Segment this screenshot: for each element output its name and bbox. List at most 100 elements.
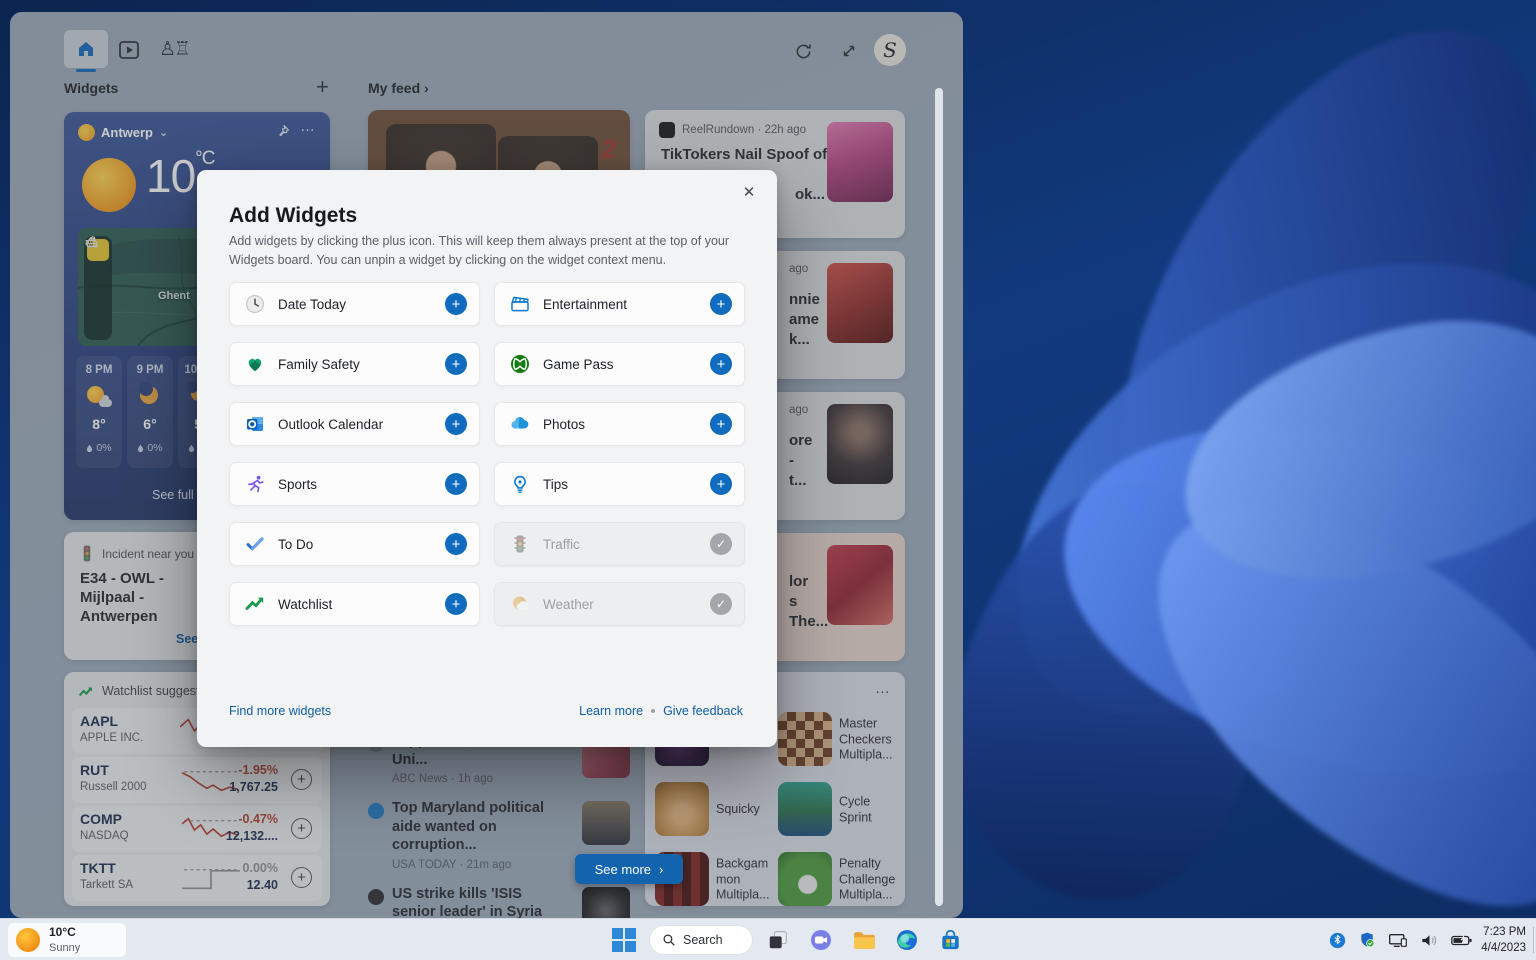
add-plus-button[interactable]: + [445, 533, 467, 555]
taskbar-weather-button[interactable]: 10°CSunny [8, 923, 126, 957]
widget-tile-watchlist[interactable]: Watchlist+ [229, 582, 480, 626]
widget-tile-game-pass[interactable]: Game Pass+ [494, 342, 745, 386]
add-plus-button[interactable]: + [710, 473, 732, 495]
add-plus-button[interactable]: + [445, 353, 467, 375]
bulb-icon [510, 474, 530, 494]
add-plus-button[interactable]: + [710, 293, 732, 315]
my-feed-title[interactable]: My feed › [368, 80, 429, 96]
widget-tile-date-today[interactable]: Date Today+ [229, 282, 480, 326]
taskbar-condition: Sunny [49, 942, 80, 954]
hourly-temp: 8° [92, 416, 105, 432]
speaker-icon[interactable] [1420, 932, 1439, 949]
see-more-button[interactable]: See more› [575, 854, 683, 884]
game-item[interactable]: Master Checkers Multipla... [778, 712, 895, 768]
see-full-forecast-link[interactable]: See full [152, 488, 194, 502]
media-tab-icon[interactable] [114, 36, 144, 64]
stock-value: 12,132.... [226, 829, 278, 843]
widget-tile-photos[interactable]: Photos+ [494, 402, 745, 446]
add-plus-button[interactable]: + [445, 293, 467, 315]
edge-icon [895, 928, 919, 952]
security-shield-icon[interactable] [1358, 931, 1376, 949]
news-source-icon [368, 889, 384, 905]
chat-button[interactable] [803, 922, 839, 958]
widget-tile-outlook-calendar[interactable]: Outlook Calendar+ [229, 402, 480, 446]
feed-card-thumbnail [827, 122, 893, 202]
task-view-button[interactable] [760, 922, 796, 958]
add-to-watchlist-button[interactable]: + [291, 769, 312, 790]
add-to-watchlist-button[interactable]: + [291, 867, 312, 888]
stock-name: Russell 2000 [80, 781, 146, 793]
added-check-button[interactable]: ✓ [710, 533, 732, 555]
start-button[interactable] [606, 922, 642, 958]
feed-card-headline-fragment: nnie [789, 291, 820, 308]
widget-tile-tips[interactable]: Tips+ [494, 462, 745, 506]
avatar[interactable]: S [874, 34, 906, 66]
store-button[interactable] [932, 922, 968, 958]
add-plus-button[interactable]: + [445, 593, 467, 615]
add-plus-button[interactable]: + [710, 413, 732, 435]
news-thumbnail [582, 887, 630, 918]
widget-tile-label: Weather [543, 597, 710, 612]
added-check-button[interactable]: ✓ [710, 593, 732, 615]
edge-button[interactable] [889, 922, 925, 958]
games-tab-icon[interactable]: ♙♖ [156, 34, 192, 64]
weather-location[interactable]: Antwerp [101, 125, 153, 140]
game-item[interactable]: Cycle Sprint [778, 782, 895, 838]
taskbar-search[interactable]: Search [649, 925, 753, 955]
clock-time: 7:23 PM [1483, 926, 1526, 938]
stock-row-tktt[interactable]: TKTTTarkett SA0.00%12.40+ [72, 855, 322, 901]
add-widgets-dialog: ✕ Add Widgets Add widgets by clicking th… [197, 170, 777, 747]
chevron-down-icon[interactable]: ⌄ [159, 126, 168, 139]
add-plus-button[interactable]: + [445, 413, 467, 435]
stock-sparkline [180, 863, 242, 898]
check-icon [245, 534, 265, 554]
find-more-widgets-link[interactable]: Find more widgets [229, 704, 331, 718]
weather-menu-icon[interactable]: … [300, 118, 316, 135]
chart-icon [245, 594, 265, 614]
runner-icon [245, 474, 265, 494]
stock-value: 1,767.25 [229, 780, 278, 794]
game-title: Squicky [716, 802, 774, 818]
bluetooth-icon[interactable] [1329, 932, 1346, 949]
widget-tile-label: Watchlist [278, 597, 445, 612]
file-explorer-button[interactable] [846, 922, 882, 958]
add-plus-button[interactable]: + [710, 353, 732, 375]
game-item[interactable]: Penalty Challenge Multipla... [778, 852, 895, 908]
chevron-right-icon: › [659, 862, 663, 877]
battery-icon[interactable] [1451, 933, 1472, 948]
close-icon[interactable]: ✕ [737, 180, 761, 204]
wind-layer-icon[interactable] [84, 236, 99, 248]
games-menu-icon[interactable]: … [875, 680, 891, 697]
give-feedback-link[interactable]: Give feedback [663, 704, 743, 718]
learn-more-link[interactable]: Learn more [579, 704, 643, 718]
game-thumbnail [778, 712, 832, 766]
xbox-icon [510, 354, 530, 374]
news-item[interactable]: US strike kills 'ISIS senior leader' in … [368, 885, 630, 918]
stock-row-comp[interactable]: COMPNASDAQ-0.47%12,132....+ [72, 806, 322, 852]
stock-name: NASDAQ [80, 830, 129, 842]
refresh-icon[interactable] [790, 38, 816, 64]
expand-icon[interactable] [836, 38, 862, 64]
map-layer-selector[interactable] [84, 236, 112, 340]
add-to-watchlist-button[interactable]: + [291, 818, 312, 839]
news-list: supporters, foes face Uni...ABC News · 1… [368, 732, 630, 918]
traffic-header: Incident near you [102, 547, 194, 561]
widget-tile-family-safety[interactable]: Family Safety+ [229, 342, 480, 386]
widget-tile-entertainment[interactable]: Entertainment+ [494, 282, 745, 326]
panel-scrollbar[interactable] [935, 88, 943, 906]
hourly-time: 8 PM [86, 364, 113, 376]
cast-display-icon[interactable] [1388, 932, 1408, 949]
widget-tile-to-do[interactable]: To Do+ [229, 522, 480, 566]
pin-icon[interactable] [275, 124, 290, 144]
widget-tile-weather[interactable]: Weather✓ [494, 582, 745, 626]
game-item[interactable]: Squicky [655, 782, 772, 838]
widget-tile-sports[interactable]: Sports+ [229, 462, 480, 506]
taskbar-clock[interactable]: 7:23 PM 4/4/2023 [1481, 924, 1526, 956]
widget-tile-traffic[interactable]: Traffic✓ [494, 522, 745, 566]
stock-row-rut[interactable]: RUTRussell 2000-1.95%1,767.25+ [72, 757, 322, 803]
home-tab-icon[interactable] [64, 30, 108, 68]
store-icon [939, 929, 962, 952]
moon-icon [137, 384, 163, 408]
add-widget-plus-icon[interactable]: + [316, 76, 329, 98]
add-plus-button[interactable]: + [445, 473, 467, 495]
